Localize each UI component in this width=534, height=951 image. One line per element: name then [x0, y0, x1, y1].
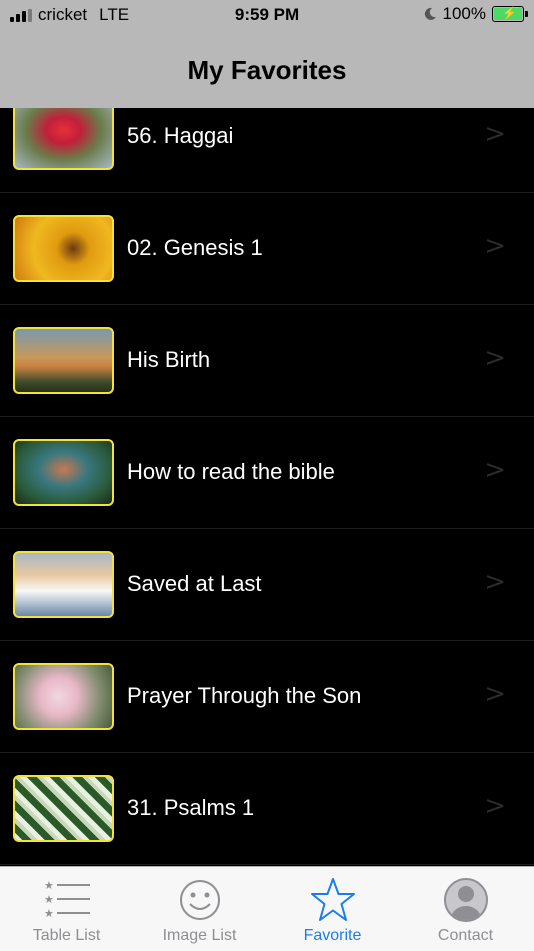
item-title: His Birth [127, 347, 211, 372]
list-item[interactable]: Prayer Through the Son > [0, 641, 534, 753]
svg-text:★: ★ [44, 907, 54, 920]
chevron-right-icon: > [484, 791, 506, 821]
status-bar: cricket LTE 9:59 PM 100% ⚡ [0, 0, 534, 30]
list-item[interactable]: 56. Haggai > [0, 108, 534, 193]
thumbnail-image [13, 439, 114, 506]
person-icon [444, 878, 488, 922]
chevron-right-icon: > [484, 679, 506, 709]
item-title: Saved at Last [127, 571, 262, 596]
list-item[interactable]: His Birth > [0, 305, 534, 417]
list-item[interactable]: 31. Psalms 1 > [0, 753, 534, 865]
tab-label: Favorite [303, 927, 362, 944]
navigation-bar: My Favorites [0, 30, 534, 109]
list-item[interactable]: How to read the bible > [0, 417, 534, 529]
tab-bar: ★ ★ ★ Table List Image List Favorite Conta… [0, 866, 534, 951]
page-title: My Favorites [187, 55, 347, 85]
list-item[interactable]: 02. Genesis 1 > [0, 193, 534, 305]
thumbnail-image [13, 215, 114, 282]
list-icon: ★★★ [44, 879, 90, 920]
chevron-right-icon: > [484, 231, 506, 261]
item-title: How to read the bible [127, 459, 335, 484]
battery-percent: 100% [442, 4, 486, 23]
chevron-right-icon: > [484, 119, 506, 149]
chevron-right-icon: > [484, 343, 506, 373]
smiley-icon [180, 880, 220, 920]
list-item[interactable]: Saved at Last > [0, 529, 534, 641]
battery-info: 100% ⚡ [423, 4, 528, 24]
chevron-right-icon: > [484, 455, 506, 485]
battery-icon: ⚡ [492, 6, 528, 22]
tab-contact[interactable]: Contact [399, 867, 532, 951]
tab-table-list[interactable]: ★ ★ ★ Table List [0, 867, 133, 951]
thumbnail-image [13, 663, 114, 730]
tab-label: Contact [437, 927, 494, 944]
tab-label: Image List [162, 927, 237, 944]
tab-image-list[interactable]: Image List [133, 867, 266, 951]
item-title: 31. Psalms 1 [127, 795, 255, 820]
item-title: Prayer Through the Son [127, 683, 362, 708]
thumbnail-image [13, 327, 114, 394]
svg-text:★: ★ [44, 879, 54, 892]
moon-icon [424, 7, 436, 20]
favorites-list[interactable]: 56. Haggai > 02. Genesis 1 > His Birth >… [0, 108, 534, 866]
thumbnail-image [13, 108, 114, 170]
tab-label: Table List [32, 927, 101, 944]
tab-favorite[interactable]: Favorite [266, 867, 399, 951]
thumbnail-image [13, 775, 114, 842]
item-title: 02. Genesis 1 [127, 235, 263, 260]
svg-text:★: ★ [44, 893, 54, 906]
star-icon [311, 878, 355, 921]
thumbnail-image [13, 551, 114, 618]
item-title: 56. Haggai [127, 123, 234, 148]
chevron-right-icon: > [484, 567, 506, 597]
